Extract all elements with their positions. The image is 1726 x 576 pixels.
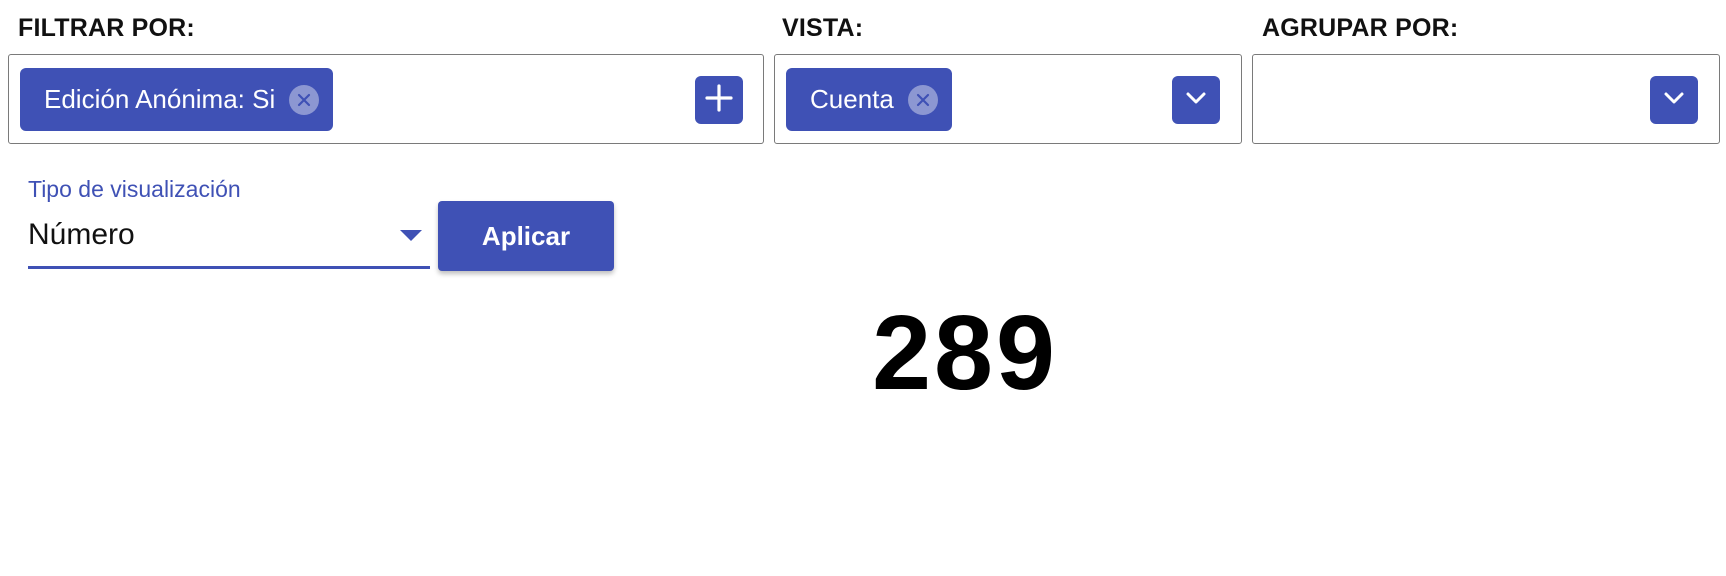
visualization-type-caption: Tipo de visualización: [28, 176, 241, 202]
close-circle-icon[interactable]: [907, 84, 938, 115]
caret-down-icon[interactable]: [400, 230, 422, 241]
group-by-dropdown-button[interactable]: [1650, 76, 1698, 124]
filter-by-label: FILTRAR POR:: [18, 14, 195, 42]
add-filter-button[interactable]: [695, 76, 743, 124]
view-dropdown-button[interactable]: [1172, 76, 1220, 124]
filter-box[interactable]: Edición Anónima: Si: [8, 54, 764, 144]
group-by-box[interactable]: [1252, 54, 1720, 144]
filter-chip-label: Edición Anónima: Si: [44, 84, 276, 114]
view-chip-label: Cuenta: [810, 84, 894, 114]
apply-button[interactable]: Aplicar: [438, 201, 614, 271]
close-circle-icon[interactable]: [289, 84, 320, 115]
view-label: VISTA:: [782, 14, 864, 42]
select-underline: [28, 266, 430, 269]
chevron-down-icon: [1184, 90, 1208, 111]
filter-chip[interactable]: Edición Anónima: Si: [20, 68, 334, 131]
plus-icon: [704, 83, 734, 118]
report-builder: FILTRAR POR: Edición Anónima: Si VISTA: …: [0, 0, 1726, 576]
view-chip[interactable]: Cuenta: [786, 68, 952, 131]
result-number: 289: [872, 294, 1058, 412]
group-by-label: AGRUPAR POR:: [1262, 14, 1459, 42]
chevron-down-icon: [1662, 90, 1686, 111]
visualization-type-value[interactable]: Número: [28, 218, 135, 252]
view-box[interactable]: Cuenta: [774, 54, 1242, 144]
visualization-type-select[interactable]: Tipo de visualización Número: [28, 176, 430, 270]
